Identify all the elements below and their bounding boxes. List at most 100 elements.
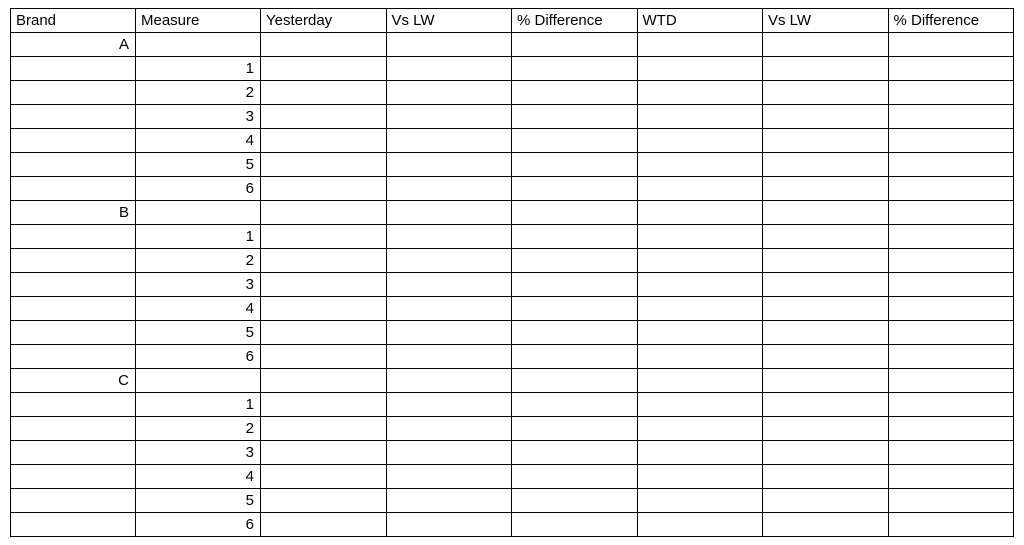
measure-row: 6 [11, 345, 1014, 369]
brand-cell: B [11, 201, 136, 225]
data-table: Brand Measure Yesterday Vs LW % Differen… [10, 8, 1014, 537]
empty-cell [512, 321, 638, 345]
measure-cell: 4 [136, 297, 261, 321]
empty-cell [386, 249, 512, 273]
measure-row: 2 [11, 417, 1014, 441]
empty-cell [512, 489, 638, 513]
measure-row: 1 [11, 57, 1014, 81]
empty-cell [888, 105, 1014, 129]
empty-cell [261, 297, 387, 321]
empty-cell [763, 297, 889, 321]
empty-cell [888, 81, 1014, 105]
empty-cell [386, 105, 512, 129]
empty-cell [386, 417, 512, 441]
empty-cell [512, 81, 638, 105]
empty-cell [512, 33, 638, 57]
empty-cell [637, 417, 763, 441]
empty-cell [637, 33, 763, 57]
measure-row: 4 [11, 465, 1014, 489]
empty-cell [512, 201, 638, 225]
empty-cell [386, 369, 512, 393]
measure-row: 5 [11, 153, 1014, 177]
empty-cell [763, 177, 889, 201]
measure-row: 3 [11, 441, 1014, 465]
empty-cell [763, 57, 889, 81]
empty-cell [763, 345, 889, 369]
empty-cell [888, 369, 1014, 393]
empty-cell [512, 57, 638, 81]
empty-cell [261, 417, 387, 441]
empty-cell [512, 513, 638, 537]
measure-cell: 3 [136, 105, 261, 129]
measure-cell: 1 [136, 225, 261, 249]
empty-cell [261, 153, 387, 177]
empty-cell [261, 441, 387, 465]
empty-cell [512, 129, 638, 153]
measure-cell: 2 [136, 417, 261, 441]
empty-cell [512, 417, 638, 441]
empty-cell [637, 369, 763, 393]
empty-cell [11, 129, 136, 153]
empty-cell [888, 249, 1014, 273]
empty-cell [11, 345, 136, 369]
empty-cell [512, 177, 638, 201]
empty-cell [261, 57, 387, 81]
measure-cell: 6 [136, 177, 261, 201]
empty-cell [11, 57, 136, 81]
measure-cell: 1 [136, 57, 261, 81]
empty-cell [637, 129, 763, 153]
empty-cell [11, 153, 136, 177]
measure-cell: 1 [136, 393, 261, 417]
empty-cell [11, 417, 136, 441]
empty-cell [637, 249, 763, 273]
empty-cell [763, 105, 889, 129]
empty-cell [512, 369, 638, 393]
measure-row: 4 [11, 297, 1014, 321]
empty-cell [386, 57, 512, 81]
empty-cell [888, 33, 1014, 57]
empty-cell [136, 33, 261, 57]
empty-cell [261, 273, 387, 297]
empty-cell [261, 321, 387, 345]
empty-cell [888, 297, 1014, 321]
empty-cell [386, 297, 512, 321]
measure-cell: 2 [136, 249, 261, 273]
empty-cell [888, 513, 1014, 537]
empty-cell [136, 201, 261, 225]
measure-cell: 6 [136, 513, 261, 537]
empty-cell [888, 393, 1014, 417]
empty-cell [888, 225, 1014, 249]
empty-cell [888, 417, 1014, 441]
empty-cell [637, 225, 763, 249]
measure-cell: 4 [136, 465, 261, 489]
col-header-measure: Measure [136, 9, 261, 33]
empty-cell [136, 369, 261, 393]
empty-cell [386, 273, 512, 297]
empty-cell [386, 153, 512, 177]
empty-cell [261, 201, 387, 225]
empty-cell [386, 225, 512, 249]
measure-cell: 4 [136, 129, 261, 153]
empty-cell [11, 225, 136, 249]
brand-cell: C [11, 369, 136, 393]
brand-row: C [11, 369, 1014, 393]
measure-cell: 3 [136, 441, 261, 465]
empty-cell [888, 273, 1014, 297]
empty-cell [763, 369, 889, 393]
empty-cell [11, 465, 136, 489]
empty-cell [888, 465, 1014, 489]
empty-cell [637, 489, 763, 513]
empty-cell [386, 345, 512, 369]
measure-row: 5 [11, 321, 1014, 345]
empty-cell [763, 321, 889, 345]
measure-row: 6 [11, 513, 1014, 537]
empty-cell [512, 153, 638, 177]
empty-cell [386, 129, 512, 153]
measure-cell: 2 [136, 81, 261, 105]
empty-cell [888, 321, 1014, 345]
empty-cell [512, 249, 638, 273]
empty-cell [888, 489, 1014, 513]
empty-cell [386, 489, 512, 513]
empty-cell [763, 465, 889, 489]
empty-cell [763, 441, 889, 465]
